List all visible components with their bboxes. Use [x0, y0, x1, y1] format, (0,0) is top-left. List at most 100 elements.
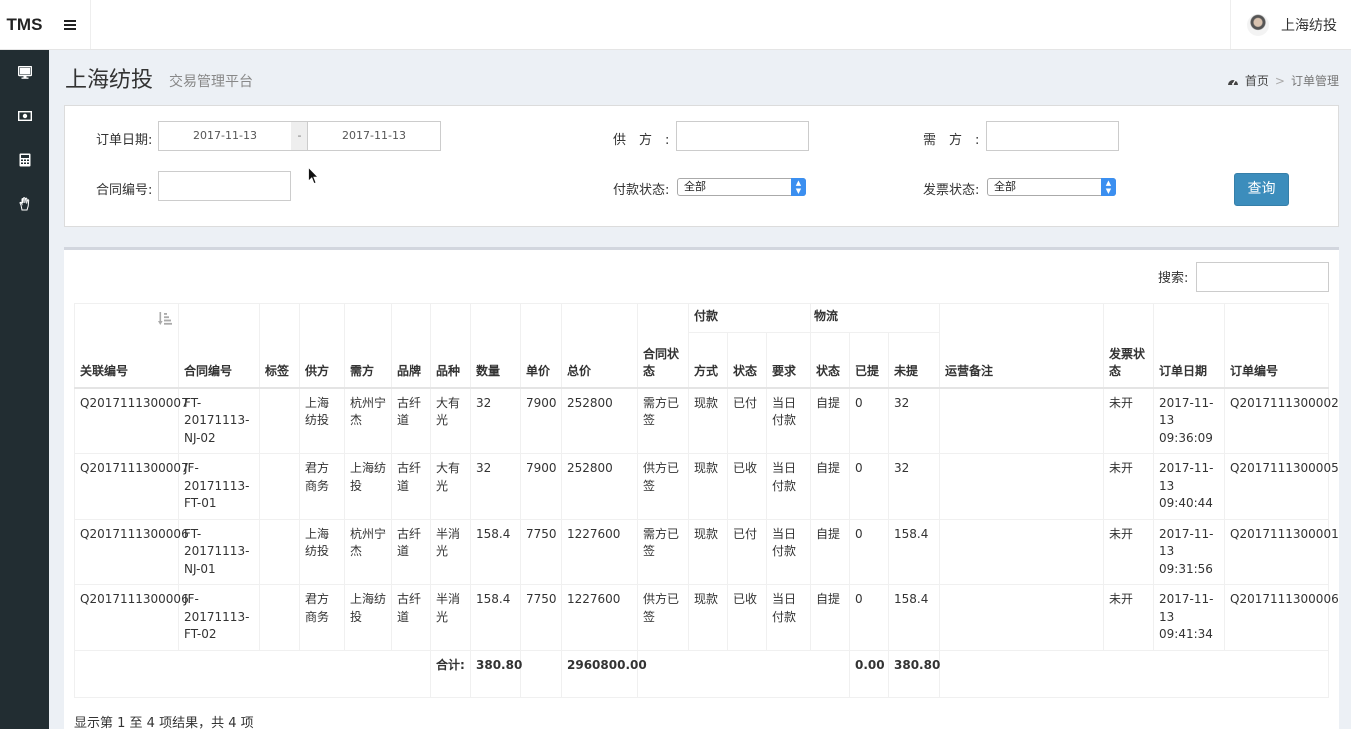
date-range-separator: -	[291, 121, 308, 151]
sidebar-item-desktop[interactable]	[0, 50, 49, 94]
col-header-pay-status[interactable]: 状态	[727, 332, 767, 389]
date-from-input[interactable]: 2017-11-13	[158, 121, 292, 151]
sidebar-item-calculator[interactable]	[0, 138, 49, 182]
col-header-logistics-status[interactable]: 状态	[810, 332, 850, 389]
cell-related-no: Q2017111300007	[74, 387, 189, 454]
cell-demander: 杭州宁杰	[344, 387, 392, 454]
cell-pay-requirement: 当日付款	[766, 584, 811, 651]
select-arrows-icon: ▲ ▼	[1101, 178, 1116, 196]
cell-unit-price: 7750	[520, 518, 562, 585]
cell-brand: 古纤道	[391, 584, 431, 651]
date-to-input[interactable]: 2017-11-13	[307, 121, 441, 151]
cell-supplier: 上海纺投	[299, 387, 345, 454]
invoice-status-select[interactable]: 全部 ▲ ▼	[987, 178, 1116, 196]
cell-pay-requirement: 当日付款	[766, 387, 811, 454]
payment-status-select[interactable]: 全部 ▲ ▼	[677, 178, 806, 196]
col-header-contract-status[interactable]: 合同状态	[637, 303, 689, 389]
col-header-pay-requirement[interactable]: 要求	[766, 332, 811, 389]
cell-invoice-status: 未开	[1103, 387, 1155, 454]
demander-input[interactable]	[986, 121, 1119, 151]
cell-order-no: Q2017111300002	[1224, 387, 1339, 454]
col-header-order-date[interactable]: 订单日期	[1153, 303, 1226, 389]
cell-unpicked: 158.4	[887, 518, 941, 585]
cell-order-date: 2017-11-13 09:31:56	[1153, 518, 1226, 585]
cell-pay-status: 已付	[727, 387, 767, 454]
totals-label: 合计:	[430, 649, 471, 698]
cell-contract-no: FT-20171113-NJ-02	[178, 387, 260, 454]
col-header-label: 关联编号	[80, 364, 129, 378]
cell-pay-status: 已付	[727, 518, 767, 585]
sort-icon	[158, 312, 172, 325]
col-header-supplier[interactable]: 供方	[299, 303, 345, 389]
cell-quantity: 158.4	[470, 584, 521, 651]
sidebar-item-hand[interactable]	[0, 182, 49, 226]
col-header-unit-price[interactable]: 单价	[520, 303, 562, 389]
cell-quantity: 32	[470, 453, 521, 520]
cell-brand: 古纤道	[391, 387, 431, 454]
total-unpicked: 380.80	[887, 649, 940, 698]
cell-total-price: 1227600	[561, 584, 638, 651]
search-input[interactable]	[1196, 262, 1329, 292]
menu-toggle-button[interactable]	[49, 0, 91, 49]
cell-pay-method: 现款	[688, 584, 728, 651]
col-header-ops-note[interactable]: 运营备注	[939, 303, 1105, 389]
hamburger-icon	[63, 23, 76, 26]
supplier-input[interactable]	[676, 121, 809, 151]
cell-contract-no: JF-20171113-FT-02	[178, 584, 260, 651]
table-row[interactable]: Q2017111300006 JF-20171113-FT-02 君方商务 上海…	[74, 584, 1339, 651]
cell-logistics-status: 自提	[810, 518, 850, 585]
col-header-order-no[interactable]: 订单编号	[1224, 303, 1330, 389]
cell-pay-requirement: 当日付款	[766, 518, 811, 585]
query-button[interactable]: 查询	[1234, 173, 1289, 206]
invoice-status-value: 全部	[994, 180, 1016, 193]
cell-ops-note	[939, 518, 1105, 585]
hand-icon	[18, 197, 29, 211]
col-header-unpicked[interactable]: 未提	[887, 332, 941, 389]
cell-pay-method: 现款	[688, 518, 728, 585]
contract-no-input[interactable]	[158, 171, 291, 201]
table-row[interactable]: Q2017111300007 JF-20171113-FT-01 君方商务 上海…	[74, 453, 1339, 520]
cell-pay-method: 现款	[688, 453, 728, 520]
cell-logistics-status: 自提	[810, 387, 850, 454]
sidebar-item-money[interactable]	[0, 94, 49, 138]
col-header-invoice-status[interactable]: 发票状态	[1103, 303, 1155, 389]
cell-total-price: 252800	[561, 453, 638, 520]
cell-unpicked: 158.4	[887, 584, 941, 651]
col-header-brand[interactable]: 品牌	[391, 303, 431, 389]
col-header-related-no[interactable]: 关联编号	[74, 303, 179, 389]
col-header-quantity[interactable]: 数量	[470, 303, 521, 389]
cell-variety: 半消光	[430, 584, 471, 651]
cell-demander: 上海纺投	[344, 453, 392, 520]
cell-related-no: Q2017111300006	[74, 584, 189, 651]
cell-picked: 0	[849, 453, 889, 520]
col-header-contract-no[interactable]: 合同编号	[178, 303, 260, 389]
col-header-tag[interactable]: 标签	[259, 303, 300, 389]
col-header-picked[interactable]: 已提	[849, 332, 889, 389]
table-row[interactable]: Q2017111300006 FT-20171113-NJ-01 上海纺投 杭州…	[74, 518, 1339, 585]
cell-demander: 杭州宁杰	[344, 518, 392, 585]
col-header-variety[interactable]: 品种	[430, 303, 471, 389]
app-logo[interactable]: TMS	[0, 0, 49, 49]
col-header-total-price[interactable]: 总价	[561, 303, 638, 389]
desktop-icon	[17, 65, 32, 79]
cell-ops-note	[939, 387, 1105, 454]
totals-empty	[520, 649, 562, 698]
table-info: 显示第 1 至 4 项结果，共 4 项	[74, 716, 254, 729]
cell-demander: 上海纺投	[344, 584, 392, 651]
cell-related-no: Q2017111300006	[74, 518, 189, 585]
cell-invoice-status: 未开	[1103, 584, 1155, 651]
user-name: 上海纺投	[1281, 17, 1337, 34]
col-header-demander[interactable]: 需方	[344, 303, 392, 389]
invoice-status-label: 发票状态:	[923, 183, 980, 198]
cell-tag	[259, 453, 300, 520]
breadcrumb: 首页 > 订单管理	[1227, 72, 1339, 89]
breadcrumb-home[interactable]: 首页	[1227, 72, 1269, 89]
money-icon	[17, 111, 32, 121]
page-subtitle: 交易管理平台	[169, 74, 253, 90]
orders-table-panel: 搜索: 关联编号 合同编号 标签 供方 需方 品牌 品种 数量 单价 总价 合同…	[64, 247, 1339, 729]
cell-supplier: 上海纺投	[299, 518, 345, 585]
table-row[interactable]: Q2017111300007 FT-20171113-NJ-02 上海纺投 杭州…	[74, 387, 1339, 454]
mouse-cursor-icon	[308, 167, 319, 185]
col-header-pay-method[interactable]: 方式	[688, 332, 728, 389]
user-menu[interactable]: 上海纺投	[1230, 0, 1351, 49]
